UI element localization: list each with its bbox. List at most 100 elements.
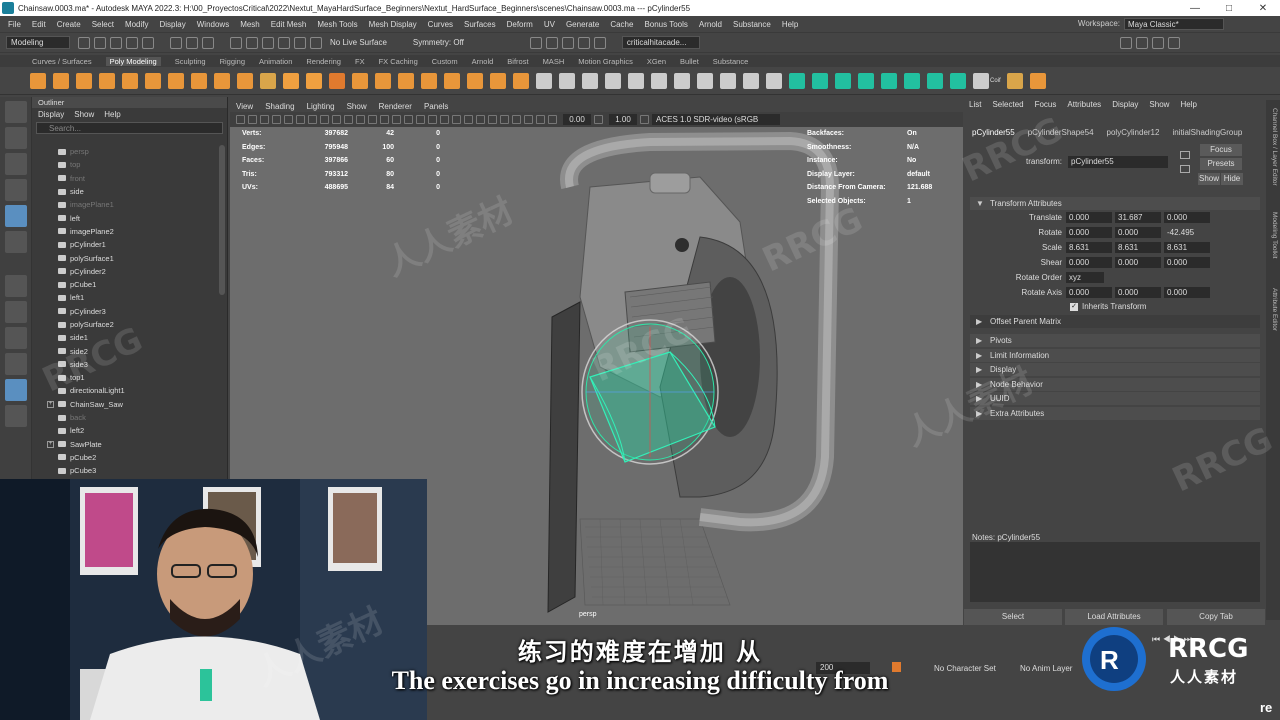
shelf-tool-icon[interactable] bbox=[881, 72, 897, 89]
outliner-menu-show[interactable]: Show bbox=[74, 110, 94, 119]
workspace-select[interactable]: Maya Classic* bbox=[1124, 18, 1224, 30]
shelf-tool-icon[interactable] bbox=[743, 72, 759, 89]
viewport-menu-shading[interactable]: Shading bbox=[265, 102, 294, 111]
shelf-tab-custom[interactable]: Custom bbox=[432, 57, 458, 66]
menu-arnold[interactable]: Arnold bbox=[699, 20, 722, 29]
outliner-item[interactable]: directionalLight1 bbox=[32, 384, 218, 397]
persp-outliner-layout-icon[interactable] bbox=[5, 353, 27, 375]
outliner-item[interactable]: left2 bbox=[32, 424, 218, 437]
shelf-tool-icon[interactable] bbox=[444, 72, 460, 89]
attr-field[interactable]: 31.687 bbox=[1115, 212, 1161, 223]
shelf-tool-icon[interactable] bbox=[283, 72, 299, 89]
close-icon[interactable]: ✕ bbox=[1246, 3, 1280, 14]
snap-point-icon[interactable] bbox=[262, 36, 274, 49]
snap-view-icon[interactable] bbox=[278, 36, 290, 49]
hide-button[interactable]: Hide bbox=[1221, 173, 1243, 185]
scale-tool-icon[interactable] bbox=[5, 231, 27, 253]
color-space-select[interactable]: ACES 1.0 SDR-video (sRGB bbox=[652, 114, 780, 125]
menu-help[interactable]: Help bbox=[782, 20, 798, 29]
shelf-tool-icon[interactable] bbox=[628, 72, 644, 89]
section-extra-attributes[interactable]: ▶ Extra Attributes bbox=[970, 407, 1260, 420]
shelf-tab-curves-surfaces[interactable]: Curves / Surfaces bbox=[32, 57, 92, 66]
shelf-tool-icon[interactable] bbox=[536, 72, 552, 89]
rotate-tool-icon[interactable] bbox=[5, 205, 27, 227]
bookmark-icon[interactable] bbox=[260, 115, 269, 124]
shelf-tool-icon[interactable] bbox=[352, 72, 368, 89]
menu-deform[interactable]: Deform bbox=[507, 20, 533, 29]
shelf-tool-icon[interactable] bbox=[835, 72, 851, 89]
open-scene-icon[interactable] bbox=[94, 36, 106, 49]
wireframe-on-shaded-icon[interactable] bbox=[416, 115, 425, 124]
shelf-tab-xgen[interactable]: XGen bbox=[647, 57, 666, 66]
outliner-menu-display[interactable]: Display bbox=[38, 110, 64, 119]
project-select[interactable]: criticalhitacade... bbox=[621, 36, 700, 49]
shelf-tool-icon[interactable] bbox=[99, 72, 115, 89]
ae-menu-list[interactable]: List bbox=[969, 100, 981, 109]
two-d-pan-icon[interactable] bbox=[284, 115, 293, 124]
shelf-tab-poly-modeling[interactable]: Poly Modeling bbox=[105, 56, 161, 66]
shelf-tab-rendering[interactable]: Rendering bbox=[306, 57, 341, 66]
attr-field[interactable]: 0.000 bbox=[1115, 227, 1161, 238]
shelf-tool-icon[interactable] bbox=[973, 72, 989, 89]
focus-button[interactable]: Focus bbox=[1200, 144, 1242, 156]
shelf-tool-icon[interactable] bbox=[398, 72, 414, 89]
shelf-tab-rigging[interactable]: Rigging bbox=[220, 57, 245, 66]
single-perspective-layout-icon[interactable] bbox=[5, 301, 27, 323]
film-gate-icon[interactable] bbox=[320, 115, 329, 124]
outliner-search-input[interactable]: Search... bbox=[36, 122, 223, 134]
shelf-tool-icon[interactable] bbox=[145, 72, 161, 89]
safe-action-icon[interactable] bbox=[368, 115, 377, 124]
select-hierarchy-icon[interactable] bbox=[170, 36, 182, 49]
toggle-tool-settings-icon[interactable] bbox=[1167, 36, 1180, 49]
live-surface-label[interactable]: No Live Surface bbox=[330, 38, 387, 47]
select-button[interactable]: Select bbox=[964, 609, 1062, 625]
smooth-shade-icon[interactable] bbox=[404, 115, 413, 124]
last-tool-icon[interactable] bbox=[5, 275, 27, 297]
shelf-tool-icon[interactable] bbox=[191, 72, 207, 89]
hypershade-icon[interactable] bbox=[577, 36, 590, 49]
undo-icon[interactable] bbox=[126, 36, 138, 49]
menu-mesh-tools[interactable]: Mesh Tools bbox=[317, 20, 357, 29]
rotate-axis-x[interactable]: 0.000 bbox=[1066, 287, 1112, 298]
shelf-tool-icon[interactable] bbox=[697, 72, 713, 89]
shelf-tool-icon[interactable] bbox=[1006, 72, 1023, 89]
snap-lock-icon[interactable] bbox=[310, 36, 322, 49]
attr-field[interactable]: 0.000 bbox=[1115, 257, 1161, 268]
shelf-tool-icon[interactable] bbox=[950, 72, 966, 89]
outliner-item[interactable]: pCylinder3 bbox=[32, 305, 218, 318]
menu-display[interactable]: Display bbox=[160, 20, 186, 29]
grid-icon[interactable] bbox=[308, 115, 317, 124]
camera-icon[interactable] bbox=[236, 115, 245, 124]
transform-name-field[interactable]: pCylinder55 bbox=[1068, 156, 1168, 168]
shelf-tab-substance[interactable]: Substance bbox=[713, 57, 748, 66]
attr-field[interactable]: 0.000 bbox=[1164, 212, 1210, 223]
shelf-tool-icon[interactable] bbox=[674, 72, 690, 89]
pause-icon[interactable] bbox=[593, 36, 606, 49]
ae-tab-initialshadinggroup[interactable]: initialShadingGroup bbox=[1172, 128, 1242, 137]
motion-blur-icon[interactable] bbox=[476, 115, 485, 124]
shelf-tool-icon[interactable] bbox=[766, 72, 782, 89]
snap-curve-icon[interactable] bbox=[246, 36, 258, 49]
color-management-icon[interactable] bbox=[640, 115, 649, 124]
shelf-tool-icon[interactable] bbox=[375, 72, 391, 89]
toggle-attribute-editor-icon[interactable] bbox=[1151, 36, 1164, 49]
anti-aliasing-icon[interactable] bbox=[488, 115, 497, 124]
attr-field[interactable]: 0.000 bbox=[1164, 257, 1210, 268]
tab-attribute-editor[interactable]: Attribute Editor bbox=[1271, 288, 1278, 331]
attr-field[interactable]: -42.495 bbox=[1164, 227, 1210, 238]
outliner-item[interactable]: polySurface2 bbox=[32, 318, 218, 331]
outliner-item[interactable]: back bbox=[32, 411, 218, 424]
notes-textarea[interactable] bbox=[970, 542, 1260, 602]
menu-substance[interactable]: Substance bbox=[733, 20, 771, 29]
outliner-item[interactable]: front bbox=[32, 172, 218, 185]
outliner-item[interactable]: polySurface1 bbox=[32, 251, 218, 264]
outliner-scrollbar[interactable] bbox=[219, 145, 225, 295]
select-object-icon[interactable] bbox=[186, 36, 198, 49]
outliner-item[interactable]: imagePlane2 bbox=[32, 225, 218, 238]
shelf-tab-sculpting[interactable]: Sculpting bbox=[175, 57, 206, 66]
outliner-item[interactable]: pCube3 bbox=[32, 464, 218, 477]
presets-arrow-icon[interactable] bbox=[1180, 165, 1190, 173]
attr-field[interactable]: 8.631 bbox=[1115, 242, 1161, 253]
menu-edit-mesh[interactable]: Edit Mesh bbox=[271, 20, 307, 29]
ae-menu-show[interactable]: Show bbox=[1149, 100, 1169, 109]
